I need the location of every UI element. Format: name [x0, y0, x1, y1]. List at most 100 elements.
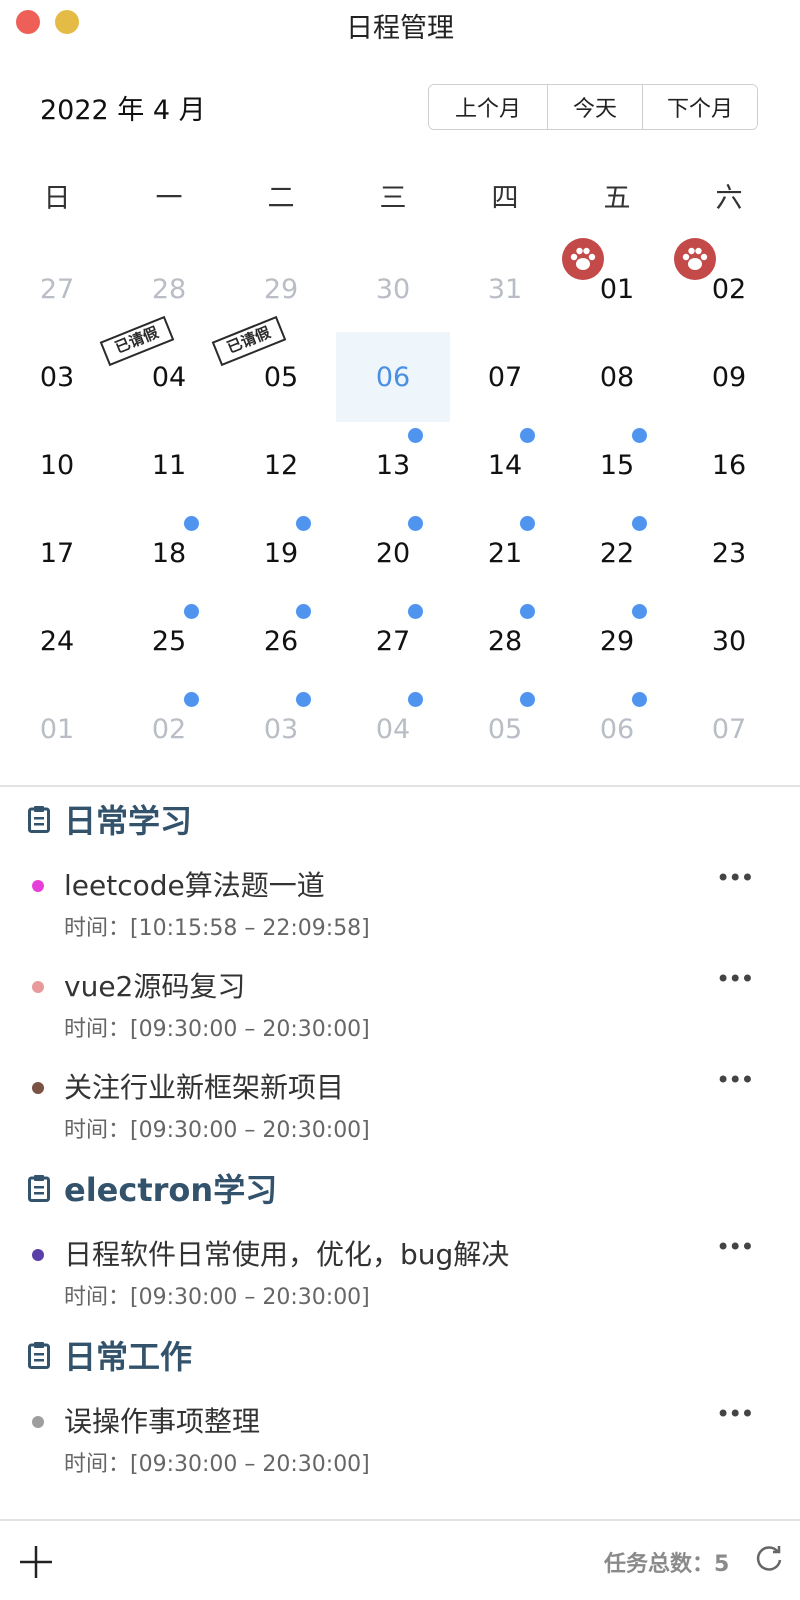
calendar-day-cell[interactable]: 17 — [0, 508, 114, 598]
more-options-icon[interactable]: ••• — [716, 965, 754, 993]
calendar-day-number: 08 — [599, 362, 635, 393]
calendar-day-cell[interactable]: 25 — [112, 596, 226, 686]
calendar-day-cell[interactable]: 20 — [336, 508, 450, 598]
task-title: 关注行业新框架新项目 — [64, 1071, 345, 1104]
calendar-day-cell[interactable]: 29 — [560, 596, 674, 686]
calendar-day-cell[interactable]: 23 — [672, 508, 786, 598]
more-options-icon[interactable]: ••• — [716, 1066, 754, 1094]
calendar-day-cell[interactable]: 27 — [0, 244, 114, 334]
calendar-day-number: 05 — [487, 714, 523, 745]
calendar-day-number: 19 — [263, 538, 299, 569]
task-color-dot-icon — [32, 981, 44, 993]
weekday-label: 三 — [379, 183, 407, 214]
calendar-day-cell[interactable]: 16 — [672, 420, 786, 510]
month-navigation: 上个月 今天 下个月 — [428, 84, 758, 130]
weekday-header: 日一二三四五六 — [0, 176, 800, 226]
calendar-day-cell[interactable]: 24 — [0, 596, 114, 686]
calendar-day-number: 21 — [487, 538, 523, 569]
calendar-day-cell[interactable]: 26 — [224, 596, 338, 686]
divider — [0, 785, 800, 787]
task-item[interactable]: vue2源码复习 时间：[09:30:00 – 20:30:00] ••• — [0, 955, 800, 1045]
calendar-day-cell[interactable]: 11 — [112, 420, 226, 510]
task-group-title: 日常学习 — [64, 802, 193, 840]
calendar-day-cell[interactable]: 01 — [0, 684, 114, 774]
task-time: 时间：[10:15:58 – 22:09:58] — [64, 916, 370, 941]
next-month-button[interactable]: 下个月 — [642, 85, 757, 129]
calendar-day-number: 01 — [39, 714, 75, 745]
task-item[interactable]: 误操作事项整理 时间：[09:30:00 – 20:30:00] ••• — [0, 1390, 800, 1480]
calendar-day-cell[interactable]: 06 — [336, 332, 450, 422]
calendar-day-number: 23 — [711, 538, 747, 569]
calendar-day-number: 30 — [711, 626, 747, 657]
calendar-day-number: 24 — [39, 626, 75, 657]
calendar-day-cell[interactable]: 30 — [336, 244, 450, 334]
title-bar: 日程管理 — [0, 0, 800, 48]
calendar-day-cell[interactable]: 10 — [0, 420, 114, 510]
calendar-day-cell[interactable]: 05 — [448, 684, 562, 774]
task-title: 误操作事项整理 — [64, 1405, 261, 1438]
calendar-day-number: 31 — [487, 274, 523, 305]
calendar-day-cell[interactable]: 03 — [0, 332, 114, 422]
calendar-day-cell[interactable]: 13 — [336, 420, 450, 510]
calendar-day-number: 06 — [375, 362, 411, 393]
calendar-day-cell[interactable]: 06 — [560, 684, 674, 774]
calendar-day-number: 30 — [375, 274, 411, 305]
calendar-day-cell[interactable]: 22 — [560, 508, 674, 598]
calendar-day-cell[interactable]: 28 — [448, 596, 562, 686]
task-item[interactable]: 关注行业新框架新项目 时间：[09:30:00 – 20:30:00] ••• — [0, 1056, 800, 1146]
task-count: 任务总数：5 — [604, 1552, 730, 1577]
calendar-day-number: 13 — [375, 450, 411, 481]
calendar-day-cell[interactable]: 21 — [448, 508, 562, 598]
calendar-day-cell[interactable]: 04 — [336, 684, 450, 774]
task-title: vue2源码复习 — [64, 970, 246, 1003]
weekday-label: 六 — [715, 183, 743, 214]
calendar-day-number: 25 — [151, 626, 187, 657]
calendar-day-number: 18 — [151, 538, 187, 569]
calendar-day-cell[interactable]: 27 — [336, 596, 450, 686]
calendar-day-number: 27 — [39, 274, 75, 305]
window-title: 日程管理 — [346, 13, 454, 44]
calendar-day-number: 03 — [263, 714, 299, 745]
calendar-day-cell[interactable]: 30 — [672, 596, 786, 686]
calendar-day-cell[interactable]: 19 — [224, 508, 338, 598]
task-item[interactable]: leetcode算法题一道 时间：[10:15:58 – 22:09:58] ••• — [0, 854, 800, 944]
weekday-label: 四 — [491, 183, 519, 214]
calendar-day-number: 27 — [375, 626, 411, 657]
calendar-day-cell[interactable]: 07 — [672, 684, 786, 774]
calendar-day-cell[interactable]: 18 — [112, 508, 226, 598]
calendar-day-cell[interactable]: 15 — [560, 420, 674, 510]
calendar-day-cell[interactable]: 28 — [112, 244, 226, 334]
calendar-day-number: 02 — [151, 714, 187, 745]
more-options-icon[interactable]: ••• — [716, 1233, 754, 1261]
calendar-day-cell[interactable]: 14 — [448, 420, 562, 510]
calendar-day-number: 28 — [487, 626, 523, 657]
calendar-day-number: 11 — [151, 450, 187, 481]
calendar-day-cell[interactable]: 08 — [560, 332, 674, 422]
task-color-dot-icon — [32, 1249, 44, 1261]
calendar-day-number: 07 — [487, 362, 523, 393]
task-group-header: 日常工作 — [28, 1332, 192, 1378]
more-options-icon[interactable]: ••• — [716, 864, 754, 892]
calendar-day-number: 06 — [599, 714, 635, 745]
calendar-day-number: 10 — [39, 450, 75, 481]
month-label: 2022 年 4 月 — [40, 95, 206, 126]
calendar-day-cell[interactable]: 03 — [224, 684, 338, 774]
calendar-day-cell[interactable]: 07 — [448, 332, 562, 422]
calendar-day-cell[interactable]: 31 — [448, 244, 562, 334]
task-group-header: electron学习 — [28, 1165, 277, 1211]
more-options-icon[interactable]: ••• — [716, 1400, 754, 1428]
weekday-label: 五 — [603, 183, 631, 214]
calendar-day-cell[interactable]: 02 — [112, 684, 226, 774]
add-task-button[interactable] — [18, 1544, 54, 1580]
task-time: 时间：[09:30:00 – 20:30:00] — [64, 1285, 370, 1310]
today-button[interactable]: 今天 — [547, 85, 642, 129]
calendar-day-cell[interactable]: 29 — [224, 244, 338, 334]
calendar-day-number: 22 — [599, 538, 635, 569]
task-item[interactable]: 日程软件日常使用，优化，bug解决 时间：[09:30:00 – 20:30:00… — [0, 1223, 800, 1313]
weekday-label: 日 — [43, 183, 71, 214]
prev-month-button[interactable]: 上个月 — [429, 85, 547, 129]
calendar-day-number: 05 — [263, 362, 299, 393]
calendar-day-cell[interactable]: 09 — [672, 332, 786, 422]
calendar-day-cell[interactable]: 12 — [224, 420, 338, 510]
refresh-icon[interactable] — [754, 1544, 784, 1574]
